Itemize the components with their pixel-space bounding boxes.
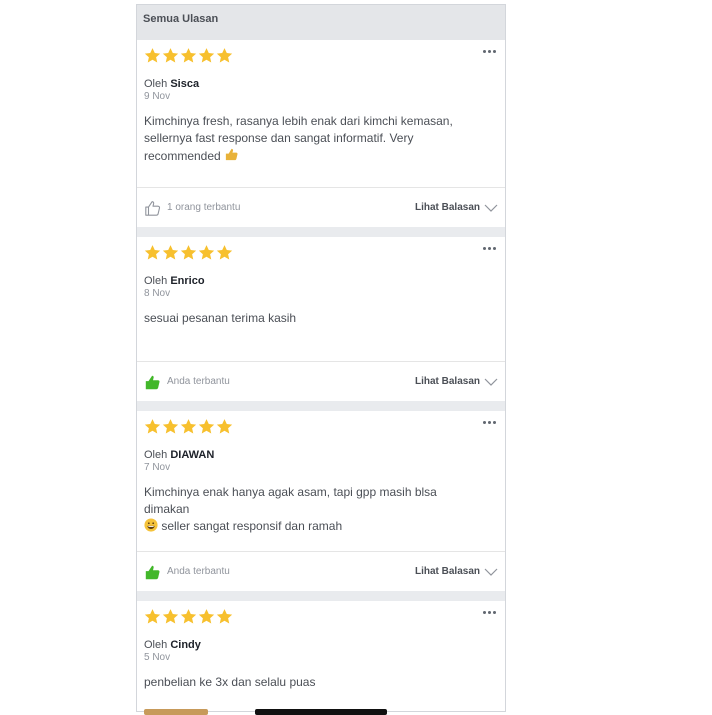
helpful-button[interactable]: 1 orang terbantu (144, 199, 240, 217)
view-replies-button[interactable]: Lihat Balasan (415, 202, 498, 213)
review-text: Kimchinya fresh, rasanya lebih enak dari… (144, 114, 453, 163)
star-icon (216, 608, 233, 624)
helpful-label: 1 orang terbantu (167, 202, 241, 213)
star-icon (162, 47, 179, 63)
chevron-down-icon (484, 204, 498, 212)
star-icon (180, 244, 197, 260)
view-replies-button[interactable]: Lihat Balasan (415, 376, 498, 387)
star-icon (198, 244, 215, 260)
star-icon (180, 47, 197, 63)
star-icon (198, 608, 215, 624)
thumbs-up-filled-icon (145, 565, 160, 579)
star-rating (144, 605, 498, 627)
review-card: Oleh Enrico 8 Nov sesuai pesanan terima … (137, 237, 505, 401)
chevron-down-icon (484, 568, 498, 576)
review-text: Kimchinya enak hanya agak asam, tapi gpp… (144, 485, 437, 533)
review-author: Oleh Cindy (144, 639, 201, 651)
more-options-icon[interactable] (483, 421, 496, 424)
helpful-button[interactable]: Anda terbantu (144, 563, 230, 581)
star-icon (180, 608, 197, 624)
review-date: 8 Nov (144, 288, 171, 299)
thumbs-up-outline-icon (145, 200, 161, 216)
review-author: Oleh Enrico (144, 275, 205, 287)
review-card: Oleh DIAWAN 7 Nov Kimchinya enak hanya a… (137, 411, 505, 591)
review-date: 7 Nov (144, 462, 171, 473)
more-options-icon[interactable] (483, 611, 496, 614)
more-options-icon[interactable] (483, 50, 496, 53)
review-card: Oleh Cindy 5 Nov penbelian ke 3x dan sel… (137, 601, 505, 711)
star-icon (198, 418, 215, 434)
author-name: Sisca (170, 78, 200, 90)
star-icon (216, 418, 233, 434)
author-name: Cindy (170, 639, 201, 651)
helpful-button[interactable]: Anda terbantu (144, 373, 230, 391)
star-icon (198, 47, 215, 63)
view-replies-label: Lihat Balasan (414, 566, 480, 577)
star-rating (144, 44, 498, 66)
author-name: Enrico (170, 275, 205, 287)
helpful-label: Anda terbantu (167, 566, 230, 577)
more-options-icon[interactable] (483, 247, 496, 250)
star-icon (162, 418, 179, 434)
chevron-down-icon (484, 378, 498, 386)
grinning-face-emoji-icon (144, 518, 158, 532)
star-icon (144, 418, 161, 434)
dark-button[interactable] (255, 709, 387, 715)
view-replies-label: Lihat Balasan (414, 202, 480, 213)
star-rating (144, 415, 498, 437)
review-text: sesuai pesanan terima kasih (144, 311, 297, 325)
view-replies-label: Lihat Balasan (414, 376, 480, 387)
star-icon (162, 244, 179, 260)
review-footer: 1 orang terbantu Lihat Balasan (137, 187, 505, 227)
review-text: penbelian ke 3x dan selalu puas (144, 675, 316, 689)
star-icon (162, 608, 179, 624)
star-rating (144, 241, 498, 263)
panel-title: Semua Ulasan (137, 5, 505, 40)
view-replies-button[interactable]: Lihat Balasan (415, 566, 498, 577)
thumbs-up-emoji-icon (225, 148, 238, 161)
star-icon (180, 418, 197, 434)
star-icon (216, 244, 233, 260)
review-author: Oleh DIAWAN (144, 449, 215, 461)
review-card: Oleh Sisca 9 Nov Kimchinya fresh, rasany… (137, 40, 505, 227)
star-icon (216, 47, 233, 63)
review-footer: Anda terbantu Lihat Balasan (137, 361, 505, 401)
reviews-panel: Semua Ulasan Oleh Sisca 9 Nov Kimchinya … (136, 4, 506, 712)
review-date: 9 Nov (144, 91, 171, 102)
review-author: Oleh Sisca (144, 78, 200, 90)
review-footer: Anda terbantu Lihat Balasan (137, 551, 505, 591)
star-icon (144, 244, 161, 260)
thumbs-up-filled-icon (145, 375, 160, 389)
review-date: 5 Nov (144, 652, 171, 663)
author-name: DIAWAN (170, 449, 215, 461)
star-icon (144, 608, 161, 624)
star-icon (144, 47, 161, 63)
review-photo-thumbnail[interactable] (144, 709, 208, 715)
helpful-label: Anda terbantu (167, 376, 230, 387)
